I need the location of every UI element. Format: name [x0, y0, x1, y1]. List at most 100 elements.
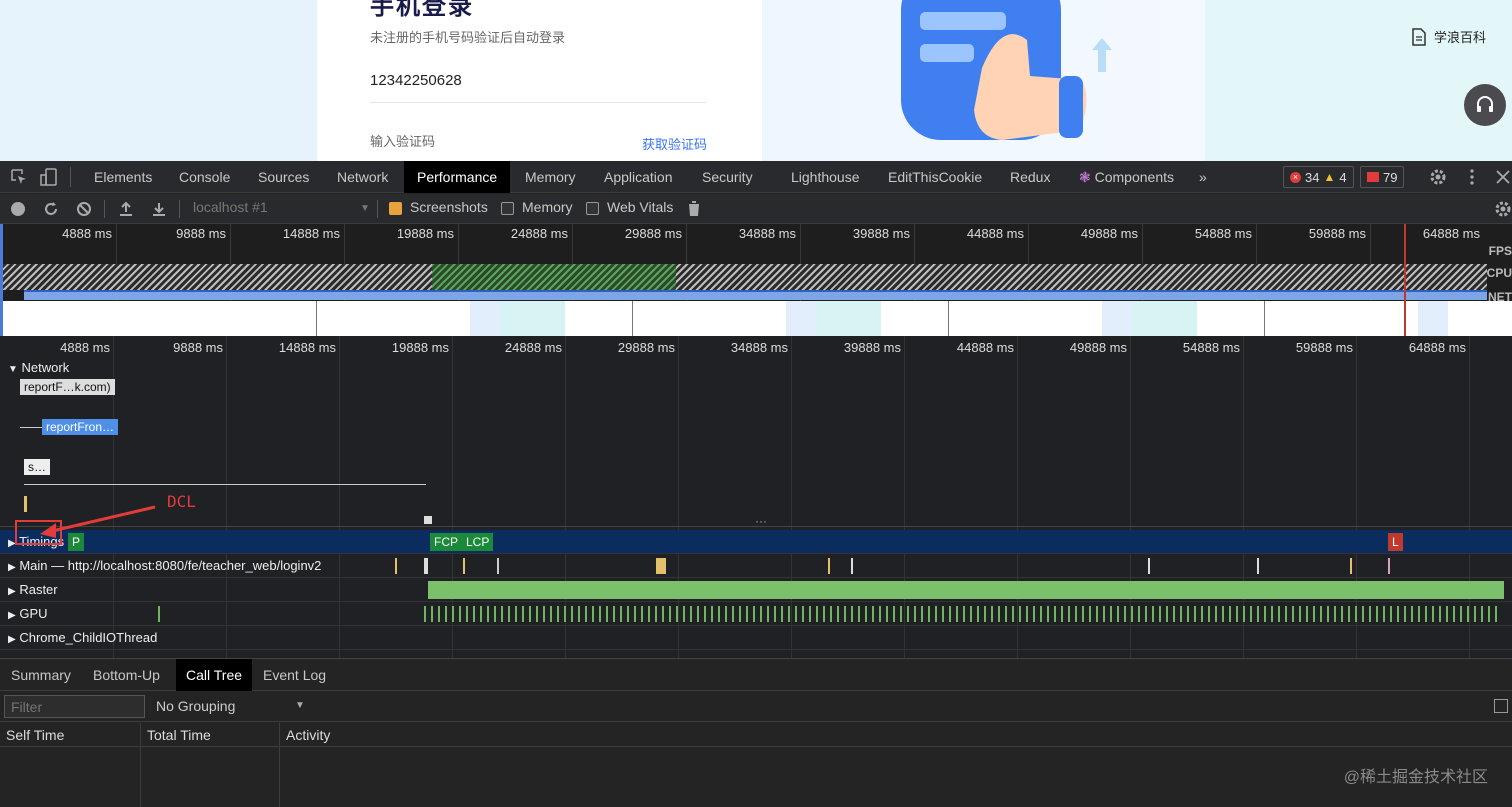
phone-input[interactable]: 12342250628	[370, 72, 462, 89]
request-bar[interactable]	[424, 516, 432, 524]
task-block[interactable]	[1350, 558, 1352, 574]
details-tabbar: Summary Bottom-Up Call Tree Event Log	[0, 659, 1512, 691]
column-total-time[interactable]: Total Time	[141, 723, 280, 807]
more-tabs-button[interactable]: »	[1186, 161, 1220, 193]
task-block[interactable]	[1388, 558, 1390, 574]
support-button[interactable]	[1464, 84, 1506, 126]
tab-application[interactable]: Application	[591, 161, 686, 193]
tab-redux[interactable]: Redux	[997, 161, 1063, 193]
timings-track[interactable]: ▶ Timings P FCP LCP L	[0, 530, 1512, 554]
login-subtitle: 未注册的手机号码验证后自动登录	[370, 30, 566, 45]
issues-badge[interactable]: 79	[1360, 166, 1405, 188]
task-block[interactable]	[828, 558, 830, 574]
tab-editthiscookie[interactable]: EditThisCookie	[875, 161, 995, 193]
request-whisker	[20, 427, 42, 428]
triangle-down-icon: ▼	[8, 364, 18, 375]
issue-icon	[1367, 172, 1379, 182]
screenshots-checkbox[interactable]	[389, 202, 402, 215]
selection-end-marker[interactable]	[1404, 224, 1406, 336]
trash-icon[interactable]	[687, 200, 701, 217]
task-block[interactable]	[463, 558, 465, 574]
tl-tick-label: 54888 ms	[1182, 340, 1240, 355]
filter-input[interactable]	[4, 695, 145, 718]
tab-lighthouse[interactable]: Lighthouse	[778, 161, 873, 193]
fcp-marker[interactable]: FCP	[430, 533, 462, 551]
memory-checkbox[interactable]	[501, 202, 514, 215]
timeline-overview[interactable]: 4888 ms 9888 ms 14888 ms 19888 ms 24888 …	[0, 224, 1512, 336]
device-toggle-icon[interactable]	[40, 168, 58, 186]
gpu-task[interactable]	[158, 606, 160, 622]
memory-label: Memory	[522, 199, 573, 215]
column-self-time[interactable]: Self Time	[0, 723, 141, 807]
ov-tick-label: 9888 ms	[176, 226, 226, 241]
tab-security[interactable]: Security	[689, 161, 766, 193]
chevron-down-icon[interactable]: ▼	[360, 203, 370, 214]
column-activity[interactable]: Activity	[280, 723, 1512, 807]
get-code-link[interactable]: 获取验证码	[642, 134, 707, 153]
tab-performance[interactable]: Performance	[404, 161, 511, 193]
lcp-marker[interactable]: LCP	[462, 533, 494, 551]
load-marker[interactable]: L	[1388, 533, 1403, 551]
reload-icon[interactable]	[43, 201, 59, 217]
download-icon[interactable]	[151, 201, 167, 217]
target-select[interactable]: localhost #1	[193, 199, 268, 215]
selection-start-handle[interactable]	[0, 224, 3, 336]
task-block[interactable]	[424, 558, 428, 574]
task-block[interactable]	[1148, 558, 1150, 574]
flame-chart[interactable]: 4888 ms 9888 ms 14888 ms 19888 ms 24888 …	[0, 336, 1512, 658]
toolbar-divider	[104, 200, 105, 218]
main-track-label: ▶ Main — http://localhost:8080/fe/teache…	[8, 558, 322, 573]
screenshot-thumbnail	[948, 301, 1264, 336]
tab-components[interactable]: ❃ Components	[1076, 161, 1187, 193]
ov-tick-label: 54888 ms	[1194, 226, 1252, 241]
tab-event-log[interactable]: Event Log	[253, 659, 336, 691]
network-request[interactable]: reportF…k.com)	[20, 379, 115, 395]
childio-track[interactable]: ▶ Chrome_ChildIOThread	[0, 626, 1512, 650]
fps-label: FPS	[1488, 244, 1512, 258]
chevron-down-icon[interactable]: ▼	[295, 700, 305, 711]
raster-activity[interactable]	[428, 581, 1504, 599]
clear-icon[interactable]	[76, 201, 92, 217]
task-block[interactable]	[851, 558, 853, 574]
settings-gear-icon[interactable]	[1429, 168, 1447, 186]
watermark: @稀土掘金技术社区	[1343, 769, 1488, 786]
tab-call-tree[interactable]: Call Tree	[176, 659, 253, 691]
task-block[interactable]	[497, 558, 499, 574]
phone-underline	[370, 102, 706, 103]
filter-bar: No Grouping ▼	[0, 692, 1512, 722]
network-track-header[interactable]: ▼ Network	[8, 360, 69, 375]
tab-summary[interactable]: Summary	[1, 659, 81, 691]
raster-track[interactable]: ▶ Raster	[0, 578, 1512, 602]
upload-icon[interactable]	[118, 201, 134, 217]
close-icon[interactable]	[1494, 168, 1512, 186]
main-thread-track[interactable]: ▶ Main — http://localhost:8080/fe/teache…	[0, 554, 1512, 578]
error-warning-badge[interactable]: × 34 ▲ 4	[1283, 166, 1354, 188]
tab-network[interactable]: Network	[324, 161, 401, 193]
tab-elements[interactable]: Elements	[81, 161, 165, 193]
sidebar-toggle-icon[interactable]	[1494, 699, 1508, 713]
ov-tick-label: 34888 ms	[738, 226, 796, 241]
webvitals-checkbox[interactable]	[586, 202, 599, 215]
gpu-track[interactable]: ▶ GPU	[0, 602, 1512, 626]
task-block[interactable]	[1257, 558, 1259, 574]
wiki-link[interactable]: 学浪百科	[1410, 27, 1486, 46]
gpu-activity[interactable]	[424, 606, 1500, 622]
tab-console[interactable]: Console	[166, 161, 243, 193]
record-button[interactable]	[11, 202, 25, 216]
task-block[interactable]	[656, 558, 666, 574]
screenshots-label: Screenshots	[410, 199, 488, 215]
tab-sources[interactable]: Sources	[245, 161, 322, 193]
capture-settings-gear-icon[interactable]	[1494, 200, 1512, 218]
code-input[interactable]: 输入验证码	[370, 131, 435, 150]
network-request[interactable]: reportFron…	[42, 419, 119, 435]
grouping-select[interactable]: No Grouping	[156, 698, 235, 714]
tab-bottom-up[interactable]: Bottom-Up	[83, 659, 170, 691]
inspect-icon[interactable]	[10, 168, 28, 186]
network-request[interactable]: s…	[24, 459, 50, 475]
tab-memory[interactable]: Memory	[512, 161, 589, 193]
tl-tick-label: 49888 ms	[1069, 340, 1127, 355]
kebab-menu-icon[interactable]	[1463, 168, 1481, 186]
ov-tick-label: 24888 ms	[510, 226, 568, 241]
track-divider	[0, 526, 1512, 527]
task-block[interactable]	[395, 558, 397, 574]
